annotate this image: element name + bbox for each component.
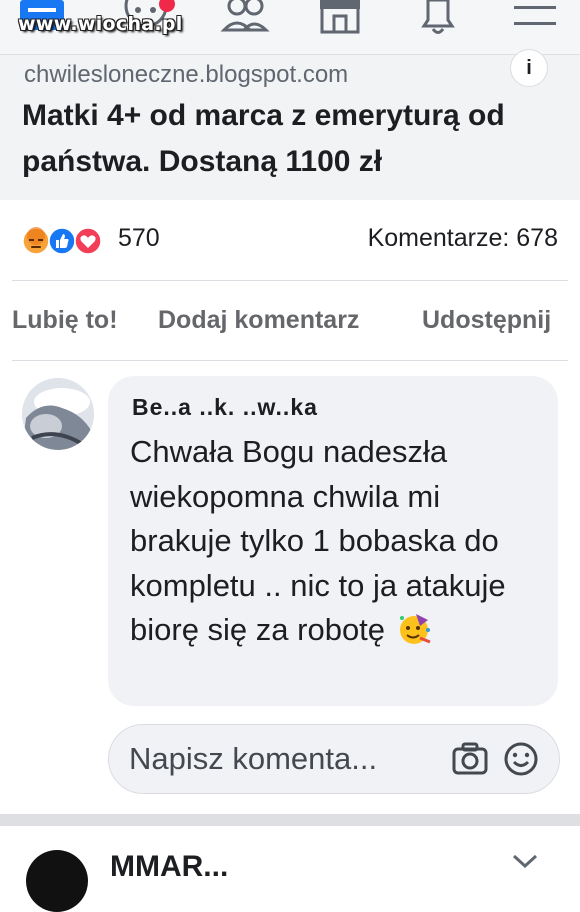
- marketplace-icon[interactable]: [316, 0, 364, 36]
- menu-icon[interactable]: [512, 0, 558, 34]
- camera-icon[interactable]: [451, 741, 489, 782]
- comment-bubble[interactable]: Be..a ..k. ..w..ka Chwała Bogu nadeszła …: [108, 376, 558, 706]
- emoji-icon[interactable]: [503, 741, 539, 782]
- watermark: www.wiocha.pl: [18, 13, 183, 35]
- comment-text: Chwała Bogu nadeszła wiekopomna chwila m…: [130, 434, 506, 647]
- share-button[interactable]: Udostępnij: [422, 306, 551, 335]
- love-icon: [74, 227, 102, 255]
- comment-input[interactable]: [129, 741, 429, 777]
- link-preview-card[interactable]: chwilesloneczne.blogspot.com Matki 4+ od…: [0, 49, 580, 200]
- link-title[interactable]: Matki 4+ od marca z emeryturą od państwa…: [22, 93, 562, 185]
- divider: [12, 360, 568, 361]
- like-button[interactable]: Lubię to!: [12, 306, 118, 335]
- post-separator: [0, 814, 580, 826]
- comment-author[interactable]: Be..a ..k. ..w..ka: [132, 394, 318, 421]
- angry-icon: [22, 227, 50, 255]
- next-post-avatar[interactable]: [26, 850, 88, 912]
- comment-text-wrapper: Chwała Bogu nadeszła wiekopomna chwila m…: [130, 430, 550, 659]
- partying-face-icon: [398, 612, 432, 659]
- write-comment-box[interactable]: [108, 724, 560, 794]
- chevron-down-icon[interactable]: [510, 852, 540, 873]
- info-button[interactable]: i: [510, 49, 548, 87]
- like-icon: [48, 227, 76, 255]
- link-domain: chwilesloneczne.blogspot.com: [24, 61, 349, 88]
- info-icon: i: [526, 57, 532, 79]
- comments-count[interactable]: Komentarze: 678: [368, 224, 558, 253]
- people-icon[interactable]: [220, 0, 270, 34]
- divider: [12, 280, 568, 281]
- reaction-count: 570: [118, 224, 160, 252]
- commenter-avatar[interactable]: [22, 378, 94, 450]
- comment-button[interactable]: Dodaj komentarz: [158, 306, 359, 335]
- top-navigation-bar: www.wiocha.pl: [0, 0, 580, 55]
- next-post-author[interactable]: MMAR...: [110, 850, 228, 884]
- notifications-icon[interactable]: [416, 0, 460, 36]
